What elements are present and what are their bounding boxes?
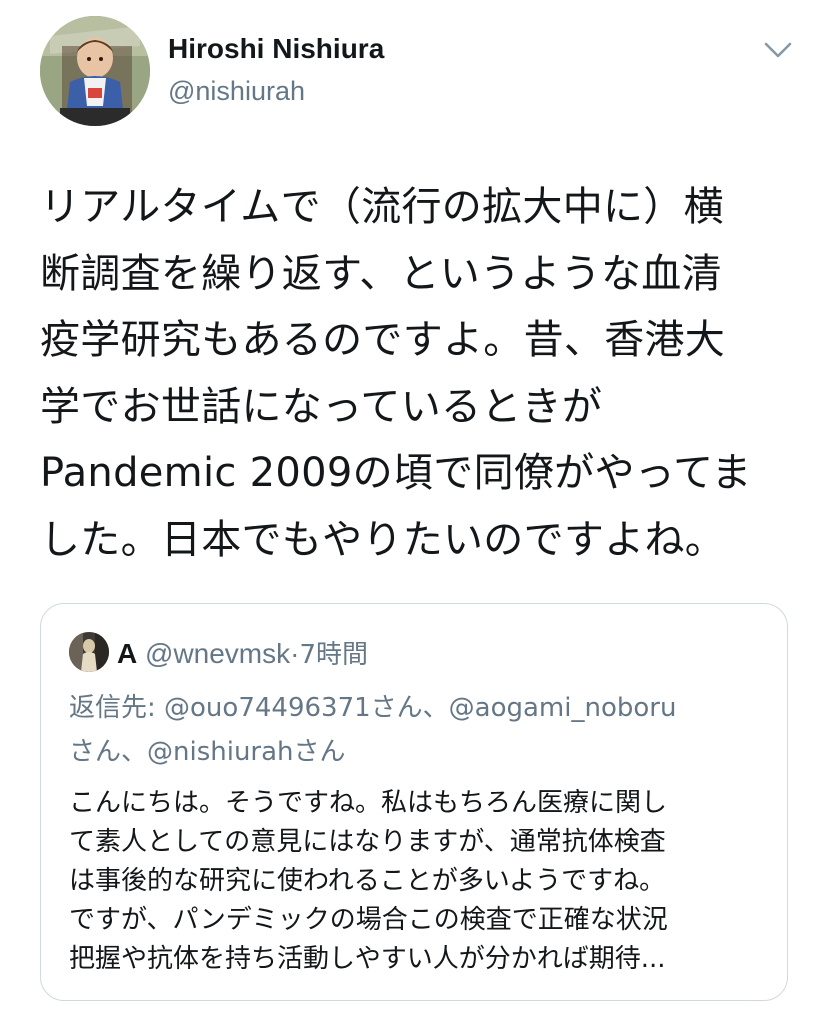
tweet-text-line: 疫学研究もあるのですよ。昔、香港大 (40, 317, 726, 363)
quoted-author-handle[interactable]: @wnevmsk (145, 638, 290, 669)
quoted-text-line: こんにちは。そうですね。私はもちろん医療に関し (69, 788, 668, 818)
quoted-text-line: ですが、パンデミックの場合この検査で正確な状況 (69, 905, 668, 935)
chevron-down-icon[interactable] (762, 36, 794, 64)
tweet-text-line: 断調査を繰り返す、というような血清 (40, 250, 722, 297)
reply-to: 返信先: @ouo74496371さん、@aogami_noboru さん、@n… (69, 686, 769, 774)
quoted-author-name[interactable]: A (117, 638, 137, 669)
author-avatar[interactable] (40, 16, 150, 126)
author-name[interactable]: Hiroshi Nishiura (168, 33, 384, 65)
quoted-timestamp[interactable]: 7時間 (299, 640, 368, 670)
quoted-text-line: て素人としての意見にはなりますが、通常抗体検査 (69, 827, 666, 857)
tweet-text-line: Pandemic 2009の頃で同僚がやってま (40, 450, 752, 496)
quoted-text-line: は事後的な研究に使われることが多いようですね。 (69, 866, 666, 896)
reply-to-line: さん、@nishiurahさん (69, 737, 346, 767)
tweet-body: リアルタイムで（流行の拡大中に）横 断調査を繰り返す、というような血清 疫学研究… (40, 174, 788, 573)
quoted-tweet[interactable]: A @wnevmsk·7時間 返信先: @ouo74496371さん、@aoga… (40, 603, 788, 1001)
tweet-text-line: 学でお世話になっているときが (40, 383, 603, 430)
quoted-tweet-body: こんにちは。そうですね。私はもちろん医療に関し て素人としての意見にはなりますが… (69, 784, 769, 979)
quoted-header: A @wnevmsk·7時間 (117, 634, 368, 671)
quoted-author-avatar[interactable] (69, 632, 109, 672)
author-handle[interactable]: @nishiurah (168, 76, 305, 107)
quoted-text-line: 把握や抗体を持ち活動しやすい人が分かれば期待... (69, 944, 666, 974)
tweet-text-line: した。日本でもやりたいのですよね。 (40, 516, 726, 563)
tweet-card: Hiroshi Nishiura @nishiurah リアルタイムで（流行の拡… (0, 0, 828, 1015)
reply-to-line: 返信先: @ouo74496371さん、@aogami_noboru (69, 693, 677, 723)
tweet-text-line: リアルタイムで（流行の拡大中に）横 (40, 184, 724, 230)
